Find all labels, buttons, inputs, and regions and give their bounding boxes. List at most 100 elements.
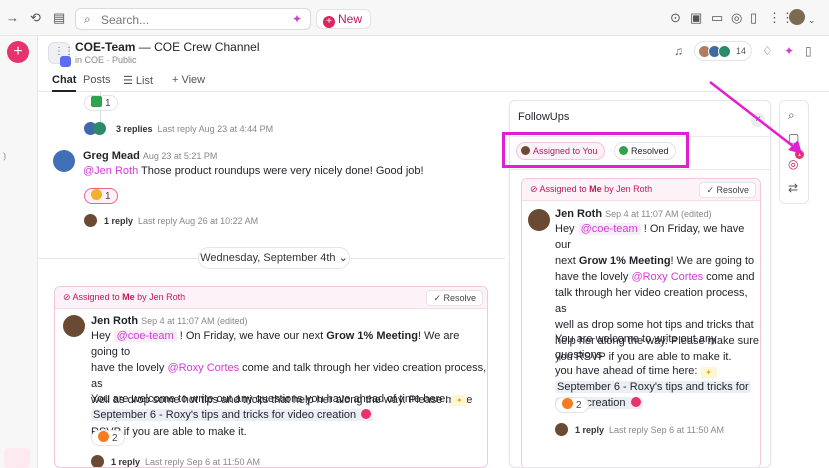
sparkle-icon: ✦ — [700, 367, 717, 378]
headphones-icon[interactable]: ♫ — [674, 44, 683, 58]
collapse-icon[interactable]: ⦆ — [3, 151, 6, 162]
chevron-down-icon[interactable]: ⌄ — [808, 12, 816, 28]
channel-name: COE-Team — [75, 40, 136, 54]
assigned-header: ⊘ Assigned to Me by Jen Roth ✓ Resolve — [55, 287, 487, 309]
member-count: 14 — [736, 46, 747, 56]
channel-title-suffix: — COE Crew Channel — [135, 40, 260, 54]
arrow-right-icon[interactable]: → — [6, 10, 19, 26]
message-author[interactable]: Jen Roth Sep 4 at 11:07 AM (edited) — [91, 315, 247, 327]
message-author[interactable]: Jen Roth Sep 4 at 11:07 AM (edited) — [555, 208, 711, 220]
message-body: @Jen Roth Those product roundups were ve… — [83, 163, 424, 179]
reply-count[interactable]: 3 replies — [116, 124, 153, 134]
channel-avatar: ⋮⋮ — [48, 42, 74, 67]
channel-title: COE-Team — COE Crew Channel — [75, 40, 260, 54]
assigned-header: ⊘ Assigned to Me by Jen Roth ✓ Resolve — [522, 179, 760, 201]
bell-icon[interactable]: ♢ — [762, 44, 773, 58]
search-placeholder: Search... — [101, 13, 150, 27]
date-divider[interactable]: Wednesday, September 4th ⌄ — [198, 247, 350, 269]
avatar[interactable] — [63, 315, 85, 337]
panel-toggle-icon[interactable]: ▯ — [805, 44, 812, 58]
reply-count[interactable]: 1 reply — [104, 216, 133, 226]
mention[interactable]: @coe-team — [577, 223, 641, 235]
reply-avatar — [84, 214, 97, 227]
tab-posts[interactable]: Posts — [83, 74, 111, 86]
new-button[interactable]: + New — [316, 9, 372, 29]
reaction-count: 1 — [105, 98, 111, 109]
avatar[interactable] — [528, 209, 550, 231]
message-author[interactable]: Greg Mead Aug 23 at 5:21 PM — [83, 150, 217, 162]
rail-item[interactable] — [4, 448, 30, 468]
last-reply-time: Last reply Sep 6 at 11:50 AM — [145, 457, 260, 467]
chat-feed: 1 3 replies Last reply Aug 23 at 4:44 PM… — [38, 92, 505, 468]
reaction-fire[interactable]: 2 — [91, 430, 125, 446]
author-name[interactable]: Jen Roth — [555, 208, 602, 220]
reply-count[interactable]: 1 reply — [575, 425, 604, 435]
message-time: Sep 4 at 11:07 AM (edited) — [605, 209, 712, 219]
check-circle-icon[interactable]: ⊙ — [670, 10, 681, 26]
divider — [510, 169, 770, 170]
sparkle-icon: ✦ — [451, 395, 468, 406]
new-label: New — [338, 12, 363, 26]
pink-dot-icon — [361, 409, 372, 419]
message-time: Sep 4 at 11:07 AM (edited) — [141, 316, 248, 326]
reply-avatar — [555, 423, 568, 436]
reaction-heart-eyes[interactable]: 1 — [84, 188, 118, 204]
ai-sparkle-icon[interactable]: ✦ — [292, 12, 302, 26]
thread-meta[interactable]: 1 reply Last reply Sep 6 at 11:50 AM — [575, 425, 724, 435]
tab-chat[interactable]: Chat — [52, 74, 76, 86]
search-input[interactable]: ⌕ Search... ✦ — [75, 8, 311, 30]
search-icon: ⌕ — [84, 12, 91, 26]
last-reply-time: Last reply Sep 6 at 11:50 AM — [609, 425, 724, 435]
plus-icon: + — [323, 16, 335, 28]
fire-emoji-icon — [562, 398, 573, 409]
resolve-button[interactable]: ✓ Resolve — [426, 290, 483, 306]
mention[interactable]: @Roxy Cortes — [167, 362, 239, 374]
profile-avatar[interactable] — [789, 9, 805, 25]
author-name[interactable]: Greg Mead — [83, 150, 140, 162]
alarm-icon[interactable]: ◎ — [731, 10, 742, 26]
reaction-fire[interactable]: 2 — [555, 397, 589, 413]
video-icon[interactable]: ▭ — [711, 10, 723, 26]
members-avatars[interactable]: 14 — [694, 41, 752, 61]
mention[interactable]: @coe-team — [113, 330, 177, 342]
add-button[interactable]: + — [7, 41, 29, 63]
message-text: Those product roundups were very nicely … — [138, 165, 424, 177]
avatar[interactable] — [53, 150, 75, 172]
reply-avatar — [91, 455, 104, 467]
history-icon[interactable]: ⟲ — [30, 10, 41, 26]
topic-link[interactable]: September 6 - Roxy's tips and tricks for — [555, 381, 751, 393]
last-reply-time: Last reply Aug 23 at 4:44 PM — [157, 124, 274, 134]
topic-link[interactable]: September 6 - Roxy's tips and tricks for… — [91, 409, 374, 421]
reaction-check[interactable]: 1 — [84, 95, 118, 111]
ai-sparkle-icon[interactable]: ✦ — [784, 44, 794, 58]
tab-list[interactable]: ☰ List — [123, 74, 153, 87]
reply-count[interactable]: 1 reply — [111, 457, 140, 467]
reaction-count: 2 — [576, 400, 582, 411]
message-body-2: You are welcome to write out any questio… — [91, 391, 487, 423]
left-rail: + ⦆ — [0, 36, 38, 468]
calendar-icon[interactable]: ▤ — [53, 10, 65, 26]
thread-meta[interactable]: 3 replies Last reply Aug 23 at 4:44 PM — [116, 124, 273, 134]
tab-add-view[interactable]: + View — [172, 74, 205, 86]
mention[interactable]: @Roxy Cortes — [631, 271, 703, 283]
thread-meta[interactable]: 1 reply Last reply Aug 26 at 10:22 AM — [104, 216, 258, 226]
annotation-arrow-icon — [709, 81, 802, 154]
top-bar: → ⟲ ▤ ⌕ Search... ✦ + New ⊙ ▣ ▭ ◎ ▯ ⋮⋮ ⌄ — [0, 0, 829, 36]
heart-eyes-emoji-icon — [91, 189, 102, 200]
followup-card: ⊘ Assigned to Me by Jen Roth ✓ Resolve J… — [521, 178, 761, 467]
mention[interactable]: @Jen Roth — [83, 165, 138, 177]
author-name[interactable]: Jen Roth — [91, 315, 138, 327]
resolve-button[interactable]: ✓ Resolve — [699, 182, 756, 198]
document-icon[interactable]: ▯ — [750, 10, 757, 26]
activity-icon[interactable]: ⇄ — [788, 181, 798, 195]
lock-icon — [60, 56, 71, 67]
message-body: Hey @coe-team ! On Friday, we have our n… — [91, 330, 487, 438]
pink-dot-icon — [630, 397, 641, 407]
thread-meta[interactable]: 1 reply Last reply Sep 6 at 11:50 AM — [111, 457, 260, 467]
assigned-followup-card: ⊘ Assigned to Me by Jen Roth ✓ Resolve J… — [54, 286, 488, 468]
channel-subtitle: in COE · Public — [75, 55, 137, 65]
last-reply-time: Last reply Aug 26 at 10:22 AM — [138, 216, 259, 226]
highlight-box — [502, 132, 689, 168]
message-time: Aug 23 at 5:21 PM — [142, 151, 218, 161]
clipboard-icon[interactable]: ▣ — [690, 10, 702, 26]
